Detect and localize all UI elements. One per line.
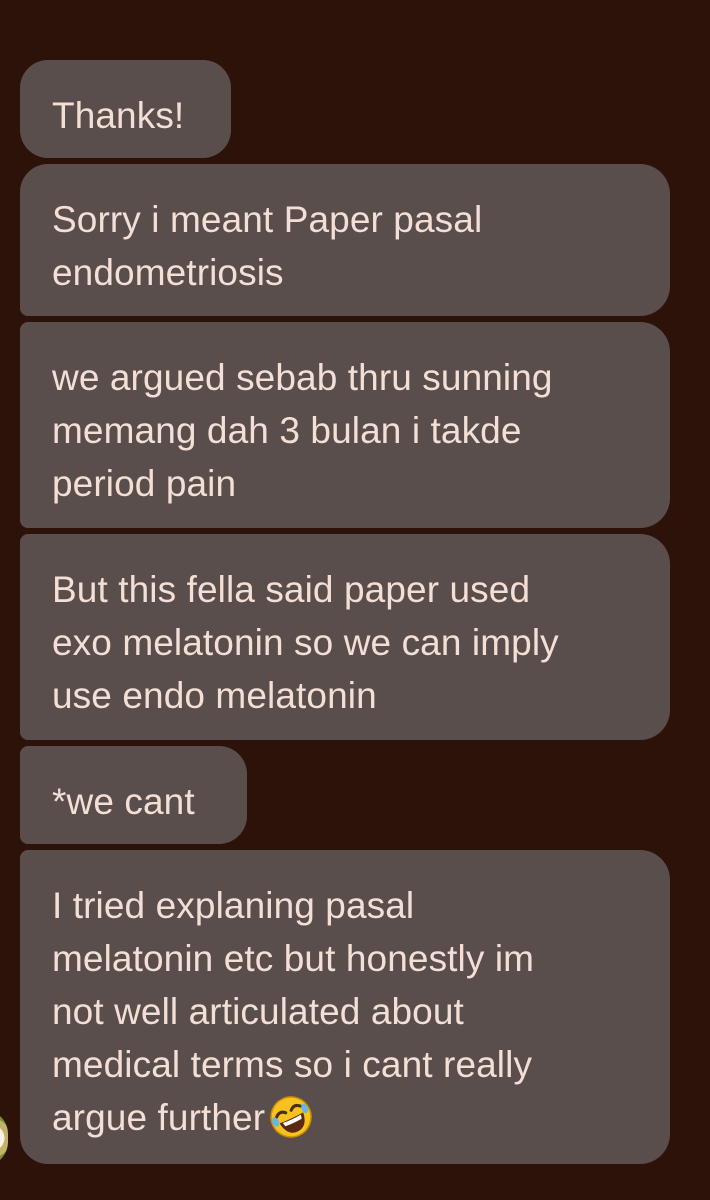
message-text: *we cant (52, 781, 195, 822)
message-bubble[interactable]: *we cant (20, 746, 247, 844)
message-text: Thanks! (52, 95, 185, 136)
message-bubble[interactable]: But this fella said paper used exo melat… (20, 534, 670, 740)
message-bubble[interactable]: Sorry i meant Paper pasal endometriosis (20, 164, 670, 316)
message-bubble[interactable]: Thanks! (20, 60, 231, 158)
message-thread: Thanks! Sorry i meant Paper pasal endome… (0, 0, 710, 1200)
message-bubble[interactable]: I tried explaning pasal melatonin etc bu… (20, 850, 670, 1164)
message-text: Sorry i meant Paper pasal endometriosis (52, 199, 483, 293)
message-bubble[interactable]: we argued sebab thru sunning memang dah … (20, 322, 670, 528)
rolling-on-floor-laughing-emoji-icon (270, 1096, 312, 1138)
message-text: But this fella said paper used exo melat… (52, 569, 559, 716)
message-text: we argued sebab thru sunning memang dah … (52, 357, 553, 504)
